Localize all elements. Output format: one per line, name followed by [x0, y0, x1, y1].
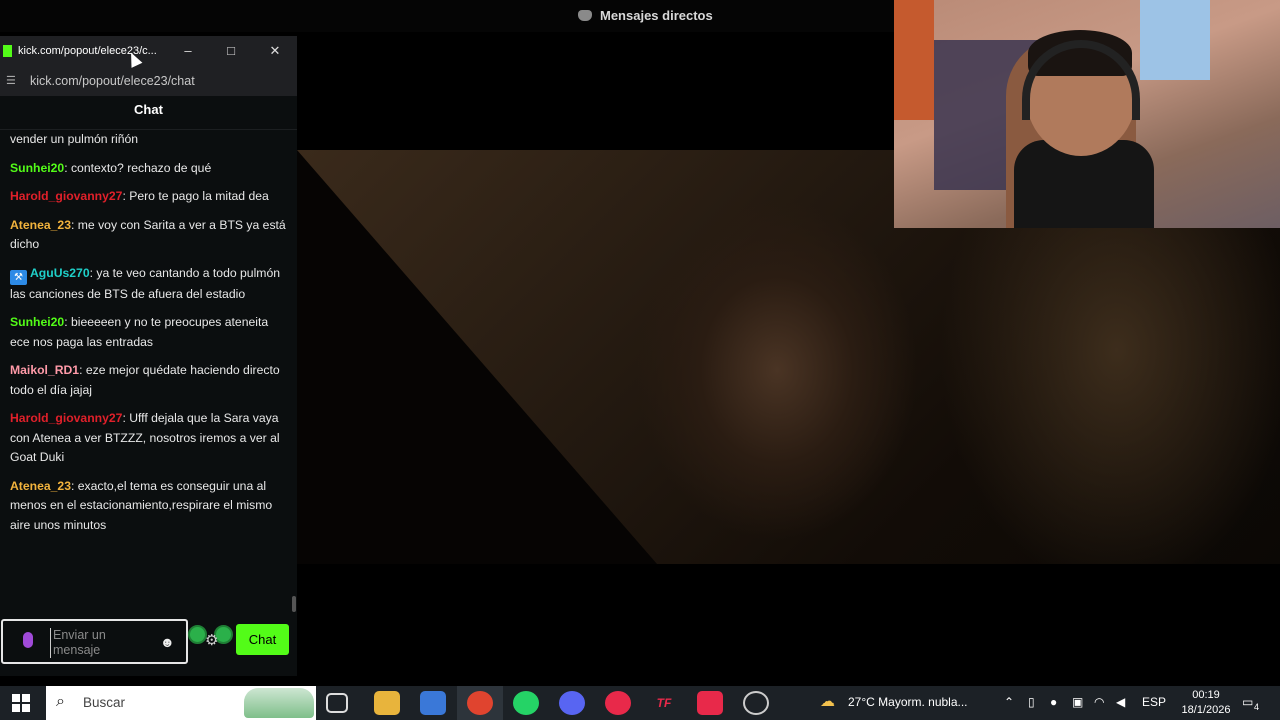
chat-message: Sunhei20: bieeeeen y no te preocupes ate…: [10, 313, 287, 352]
clock-time: 00:19: [1192, 689, 1220, 701]
volume-icon[interactable]: ◀: [1116, 695, 1125, 709]
clock[interactable]: 00:19 18/1/2026: [1176, 688, 1236, 718]
start-windows-icon[interactable]: [12, 694, 30, 712]
address-bar[interactable]: ☰ kick.com/popout/elece23/chat: [0, 66, 297, 96]
search-highlight-image: [244, 688, 314, 718]
microphone-icon[interactable]: [23, 632, 33, 648]
chat-username[interactable]: Atenea_23: [10, 218, 71, 232]
taskbar-search-text[interactable]: Buscar: [83, 695, 125, 710]
file-explorer-icon[interactable]: [374, 691, 400, 715]
chat-settings-gear-icon[interactable]: ⚙: [205, 631, 218, 649]
popout-title-bar[interactable]: kick.com/popout/elece23/c... – □ ✕: [0, 36, 297, 66]
microsoft-store-icon[interactable]: [420, 691, 446, 715]
chat-message-list[interactable]: vender un pulmón riñón Sunhei20: contexto…: [0, 130, 297, 614]
chat-username[interactable]: Maikol_RD1: [10, 363, 79, 377]
notifications-count: 4: [1254, 702, 1260, 712]
chat-username[interactable]: Sunhei20: [10, 315, 64, 329]
clock-date: 18/1/2026: [1181, 704, 1231, 716]
chat-message: vender un pulmón riñón: [10, 130, 287, 150]
chat-message: Sunhei20: contexto? rechazo de qué: [10, 159, 287, 179]
discord-icon: [578, 10, 592, 21]
chat-input-box[interactable]: Enviar un mensaje ☻: [1, 619, 188, 664]
chat-message-text: : Pero te pago la mitad dea: [122, 189, 269, 203]
chat-popout-window: kick.com/popout/elece23/c... – □ ✕ ☰ kic…: [0, 36, 297, 676]
webcam-overlay: [894, 0, 1280, 228]
chat-username[interactable]: AguUs270: [30, 266, 90, 280]
chat-message: Atenea_23: exacto,el tema es conseguir u…: [10, 477, 287, 536]
chat-scrollbar[interactable]: [292, 596, 296, 612]
notifications-icon[interactable]: ▭: [1242, 695, 1253, 709]
chrome-icon[interactable]: [467, 691, 493, 715]
task-view-icon[interactable]: [326, 693, 348, 713]
screen: Mensajes directos kick.com/popout/elece2…: [0, 0, 1280, 720]
maximize-button[interactable]: □: [219, 41, 243, 61]
chat-header: Chat: [0, 96, 297, 130]
chat-message: Harold_giovanny27: Ufff dejala que la Sa…: [10, 409, 287, 468]
discord-title-label: Mensajes directos: [600, 8, 713, 23]
taskbar-search-box[interactable]: ⌕ Buscar: [46, 686, 316, 720]
taskbar: ⌕ Buscar TF ☁ 27°C Mayorm. nubla... ⌃ ▯ …: [0, 686, 1280, 720]
chat-message-text: vender un pulmón riñón: [10, 132, 139, 146]
chat-username[interactable]: Atenea_23: [10, 479, 71, 493]
tray-microphone-icon[interactable]: ●: [1050, 695, 1057, 709]
emoji-picker-icon[interactable]: ☻: [160, 634, 175, 650]
chat-message-text: : contexto? rechazo de qué: [64, 160, 212, 175]
whatsapp-icon[interactable]: [513, 691, 539, 715]
chat-input[interactable]: Enviar un mensaje: [50, 628, 140, 658]
recorder-icon[interactable]: [743, 691, 769, 715]
discord-title: Mensajes directos: [578, 8, 713, 23]
search-icon: ⌕: [56, 693, 65, 710]
close-button[interactable]: ✕: [263, 41, 287, 61]
user-badge-icon: ⚒: [10, 269, 27, 285]
discord-icon[interactable]: [559, 691, 585, 715]
weather-icon[interactable]: ☁: [820, 692, 835, 710]
minimize-button[interactable]: –: [176, 41, 200, 61]
chat-message: Atenea_23: me voy con Sarita a ver a BTS…: [10, 216, 287, 255]
chat-message: Harold_giovanny27: Pero te pago la mitad…: [10, 187, 287, 207]
tray-device-icon[interactable]: ▯: [1028, 695, 1035, 709]
chat-username[interactable]: Harold_giovanny27: [10, 411, 122, 425]
language-indicator[interactable]: ESP: [1142, 695, 1166, 709]
webcam-background-flag: [1140, 0, 1210, 80]
site-settings-icon[interactable]: ☰: [6, 75, 18, 87]
tf-app-icon[interactable]: TF: [651, 691, 677, 715]
address-url[interactable]: kick.com/popout/elece23/chat: [30, 74, 195, 88]
send-chat-button[interactable]: Chat: [236, 624, 289, 655]
tray-app-icon[interactable]: ▣: [1072, 695, 1083, 709]
media-player-icon[interactable]: [605, 691, 631, 715]
chat-username[interactable]: Harold_giovanny27: [10, 189, 122, 203]
weather-text[interactable]: 27°C Mayorm. nubla...: [848, 695, 968, 709]
chat-message: Maikol_RD1: eze mejor quédate haciendo d…: [10, 361, 287, 400]
tray-overflow-chevron-icon[interactable]: ⌃: [1004, 695, 1014, 709]
webcam-background-jersey: [894, 0, 934, 120]
kick-logo-icon: [3, 45, 12, 57]
tiktok-icon[interactable]: [697, 691, 723, 715]
chat-message: ⚒ AguUs270: ya te veo cantando a todo pul…: [10, 264, 287, 305]
chat-username[interactable]: Sunhei20: [10, 161, 64, 175]
wifi-icon[interactable]: ◠: [1094, 695, 1104, 709]
